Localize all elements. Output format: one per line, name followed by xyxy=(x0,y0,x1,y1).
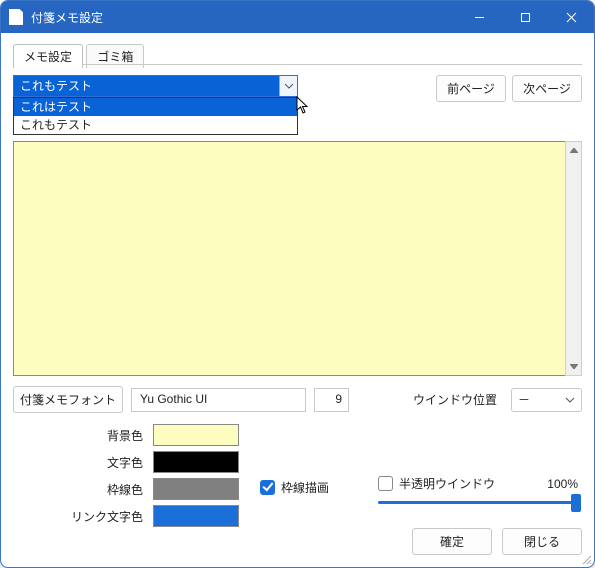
slider-thumb[interactable] xyxy=(571,494,581,512)
options-area: 枠線描画 半透明ウインドウ 100% xyxy=(248,423,582,531)
tab-memo-settings[interactable]: メモ設定 xyxy=(13,44,83,68)
memo-option[interactable]: これはテスト xyxy=(14,98,297,116)
dialog-footer: 確定 閉じる xyxy=(412,528,582,555)
next-page-button[interactable]: 次ページ xyxy=(512,75,582,102)
translucent-percent: 100% xyxy=(547,477,578,491)
draw-frame-checkbox[interactable] xyxy=(260,480,275,495)
memo-select-dropdown: これはテスト これもテスト xyxy=(13,97,298,135)
tab-strip: メモ設定 ゴミ箱 xyxy=(13,43,582,65)
window-position-label: ウインドウ位置 xyxy=(413,391,497,408)
cursor-icon xyxy=(296,96,310,119)
color-list: 背景色 文字色 枠線色 リンク文字色 xyxy=(13,423,248,531)
memo-select: これもテスト これはテスト これもテスト xyxy=(13,75,298,97)
close-dialog-button[interactable]: 閉じる xyxy=(502,528,582,555)
settings-window: 付箋メモ設定 メモ設定 ゴミ箱 前ページ 次ページ xyxy=(0,0,595,568)
text-color-row: 文字色 xyxy=(13,450,248,474)
tab-underline xyxy=(13,64,582,65)
window-position-select[interactable]: － xyxy=(511,388,582,412)
document-icon xyxy=(9,9,23,25)
scroll-track[interactable] xyxy=(566,159,581,358)
frame-color-label: 枠線色 xyxy=(13,481,153,498)
colors-area: 背景色 文字色 枠線色 リンク文字色 xyxy=(13,423,582,531)
text-color-swatch[interactable] xyxy=(153,451,239,473)
ok-button[interactable]: 確定 xyxy=(412,528,492,555)
font-button[interactable]: 付箋メモフォント xyxy=(13,386,123,413)
tab-body: 前ページ 次ページ これもテスト これはテスト これもテスト xyxy=(13,65,582,531)
chevron-down-icon[interactable] xyxy=(279,76,297,96)
memo-select-value: これもテスト xyxy=(14,76,279,96)
bg-color-label: 背景色 xyxy=(13,427,153,444)
scroll-down-icon[interactable] xyxy=(566,358,581,375)
close-button[interactable] xyxy=(548,1,594,33)
opacity-slider[interactable] xyxy=(378,501,578,504)
prev-page-button[interactable]: 前ページ xyxy=(436,75,506,102)
resize-grip-icon[interactable] xyxy=(580,553,592,565)
maximize-button[interactable] xyxy=(502,1,548,33)
scroll-up-icon[interactable] xyxy=(566,142,581,159)
memo-preview-area[interactable] xyxy=(13,141,565,376)
font-name-field: Yu Gothic UI xyxy=(131,388,306,412)
memo-select-combo[interactable]: これもテスト xyxy=(13,75,298,97)
text-color-label: 文字色 xyxy=(13,454,153,471)
link-color-swatch[interactable] xyxy=(153,505,239,527)
translucent-row: 半透明ウインドウ 100% xyxy=(378,475,582,492)
pager: 前ページ 次ページ xyxy=(436,75,582,102)
translucent-checkbox[interactable] xyxy=(378,476,393,491)
window-title: 付箋メモ設定 xyxy=(31,9,456,26)
frame-color-swatch[interactable] xyxy=(153,478,239,500)
titlebar: 付箋メモ設定 xyxy=(1,1,594,33)
font-size-field: 9 xyxy=(314,388,349,412)
link-color-label: リンク文字色 xyxy=(13,508,153,525)
font-row: 付箋メモフォント Yu Gothic UI 9 ウインドウ位置 － xyxy=(13,386,582,413)
link-color-row: リンク文字色 xyxy=(13,504,248,528)
bg-color-swatch[interactable] xyxy=(153,424,239,446)
translucent-label: 半透明ウインドウ xyxy=(399,475,495,492)
window-position-value: － xyxy=(518,391,565,408)
memo-option[interactable]: これもテスト xyxy=(14,116,297,134)
frame-color-row: 枠線色 xyxy=(13,477,248,501)
draw-frame-row: 枠線描画 xyxy=(260,475,329,499)
minimize-button[interactable] xyxy=(456,1,502,33)
chevron-down-icon xyxy=(565,397,575,403)
preview-scrollbar[interactable] xyxy=(565,141,582,376)
memo-preview xyxy=(13,141,582,376)
slider-track xyxy=(378,501,578,504)
draw-frame-label: 枠線描画 xyxy=(281,479,329,496)
bg-color-row: 背景色 xyxy=(13,423,248,447)
client-area: メモ設定 ゴミ箱 前ページ 次ページ これもテスト これはテスト これもテスト xyxy=(1,33,594,567)
